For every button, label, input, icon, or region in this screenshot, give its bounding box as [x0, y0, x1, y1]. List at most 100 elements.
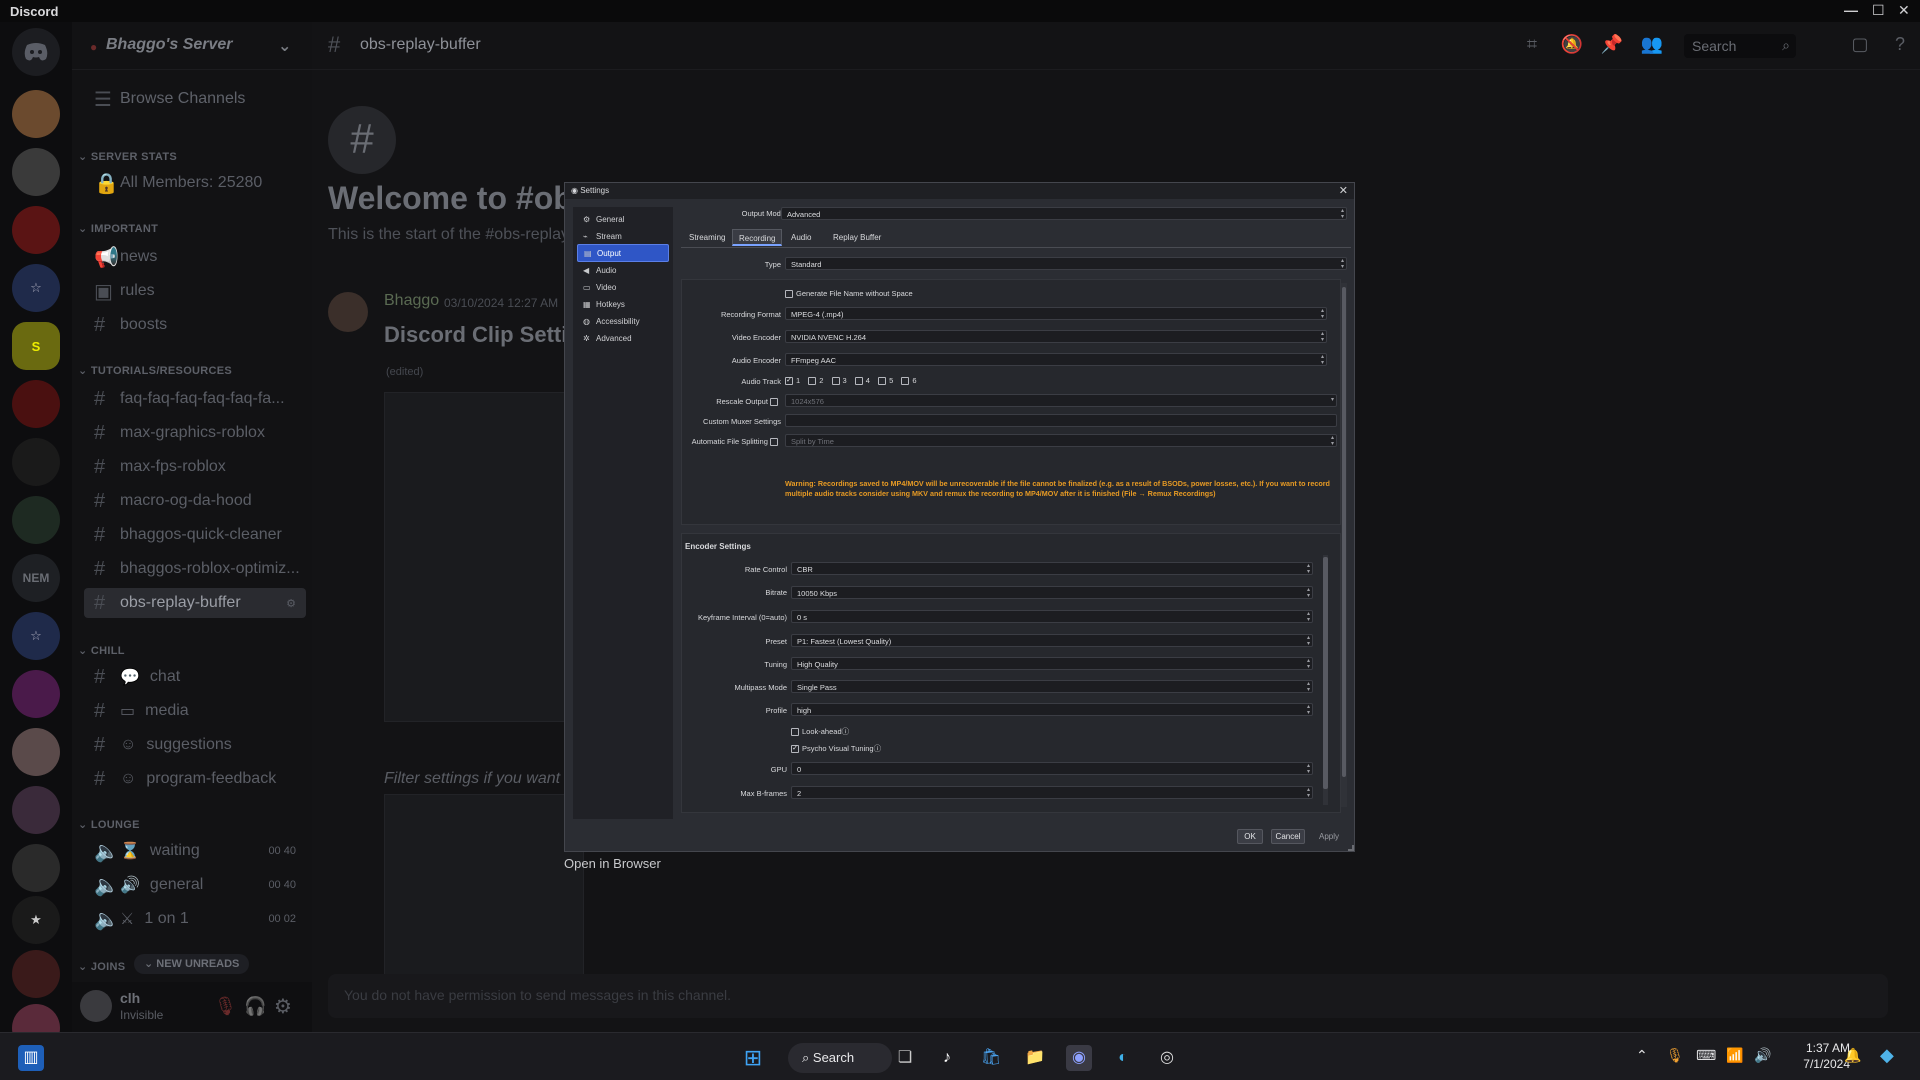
video-encoder-select[interactable]: NVIDIA NVENC H.264 ▴ ▾: [785, 330, 1327, 343]
server-icon[interactable]: [12, 90, 60, 138]
mic-muted-icon[interactable]: 🎙: [214, 996, 237, 1017]
server-icon[interactable]: ☆: [12, 612, 60, 660]
scrollbar[interactable]: [1341, 283, 1347, 807]
threads-icon[interactable]: ⌗: [1520, 34, 1544, 58]
scrollbar-thumb[interactable]: [1342, 287, 1346, 777]
channel-suggestions[interactable]: # ☺ suggestions: [84, 730, 306, 760]
nav-hotkeys[interactable]: ▦ Hotkeys: [577, 295, 669, 313]
headphones-icon[interactable]: 🎧: [244, 996, 266, 1017]
psycho-checkbox[interactable]: ✓ Psycho Visual Tuningⓘ: [791, 743, 881, 754]
channel-roblox-optimiz[interactable]: # bhaggos-roblox-optimiz...: [84, 554, 306, 584]
gen-filename-checkbox[interactable]: Generate File Name without Space: [785, 289, 913, 299]
help-icon[interactable]: ⓘ: [842, 727, 850, 736]
server-icon[interactable]: S: [12, 322, 60, 370]
track-4-checkbox[interactable]: 4: [854, 376, 870, 386]
category-important[interactable]: ⌄ IMPORTANT: [78, 222, 158, 235]
channel-boosts[interactable]: # boosts: [84, 310, 306, 340]
keyframe-spinbox[interactable]: 0 s ▴ ▾: [791, 610, 1313, 623]
volume-icon[interactable]: 🔊: [1754, 1047, 1771, 1064]
server-icon[interactable]: ☆: [12, 264, 60, 312]
avatar[interactable]: [328, 292, 368, 332]
browse-channels[interactable]: ☰ Browse Channels: [84, 84, 306, 114]
pin-icon[interactable]: 📌: [1600, 34, 1624, 58]
server-icon[interactable]: NEM: [12, 554, 60, 602]
track-2-checkbox[interactable]: 2: [808, 376, 823, 386]
rate-control-select[interactable]: CBR ▴ ▾: [791, 562, 1313, 575]
message-author[interactable]: Bhaggo: [384, 292, 439, 310]
channel-media[interactable]: # ▭ media: [84, 696, 306, 726]
channel-faq[interactable]: # faq-faq-faq-faq-faq-fa...: [84, 384, 306, 414]
channel-rules[interactable]: ▣ rules: [84, 276, 306, 306]
channel-obs-replay-buffer[interactable]: # obs-replay-buffer ⚙: [84, 588, 306, 618]
track-3-checkbox[interactable]: 3: [831, 376, 847, 386]
rec-format-select[interactable]: MPEG-4 (.mp4) ▴ ▾: [785, 307, 1327, 320]
server-icon[interactable]: [12, 670, 60, 718]
preset-select[interactable]: P1: Fastest (Lowest Quality) ▴ ▾: [791, 634, 1313, 647]
server-icon[interactable]: ★: [12, 896, 60, 944]
server-icon[interactable]: [12, 728, 60, 776]
lookahead-checkbox[interactable]: Look-aheadⓘ: [791, 726, 849, 737]
taskbar-search[interactable]: ⌕ Search: [788, 1043, 892, 1073]
edge-icon[interactable]: ◐: [1110, 1045, 1136, 1071]
type-select[interactable]: Standard ▴ ▾: [785, 257, 1347, 270]
chevron-up-icon[interactable]: ⌃: [1636, 1047, 1648, 1064]
server-icon[interactable]: [12, 148, 60, 196]
category-joins[interactable]: ⌄ JOINS: [78, 960, 125, 973]
scrollbar[interactable]: [1323, 555, 1328, 805]
track-6-checkbox[interactable]: 6: [901, 376, 917, 386]
tab-replay-buffer[interactable]: Replay Buffer: [827, 229, 887, 246]
maximize-icon[interactable]: ☐: [1872, 2, 1885, 19]
server-icon[interactable]: [12, 786, 60, 834]
help-icon[interactable]: ⓘ: [874, 744, 882, 753]
nav-accessibility[interactable]: ◍ Accessibility: [577, 312, 669, 330]
bframes-spinbox[interactable]: 2 ▴ ▾: [791, 786, 1313, 799]
channel-program-feedback[interactable]: # ☺ program-feedback: [84, 764, 306, 794]
category-chill[interactable]: ⌄ CHILL: [78, 644, 125, 657]
voice-channel-1on1[interactable]: 🔈 ⚔ 1 on 1 00 02: [84, 904, 306, 934]
store-icon[interactable]: 🛍: [978, 1045, 1004, 1071]
nav-output[interactable]: ▤ Output: [577, 244, 669, 262]
help-icon[interactable]: ?: [1888, 34, 1912, 58]
keyboard-icon[interactable]: ⌨: [1696, 1047, 1716, 1064]
category-lounge[interactable]: ⌄ LOUNGE: [78, 818, 140, 831]
widgets-icon[interactable]: ▥: [18, 1045, 44, 1071]
nav-advanced[interactable]: ✲ Advanced: [577, 329, 669, 347]
search-input[interactable]: Search ⌕: [1684, 34, 1796, 58]
channel-quick-cleaner[interactable]: # bhaggos-quick-cleaner: [84, 520, 306, 550]
muxer-input[interactable]: [785, 414, 1337, 427]
split-select[interactable]: Split by Time ▴ ▾: [785, 434, 1337, 447]
server-icon[interactable]: [12, 206, 60, 254]
bitrate-spinbox[interactable]: 10050 Kbps ▴ ▾: [791, 586, 1313, 599]
members-icon[interactable]: 👥: [1640, 34, 1664, 58]
microphone-icon[interactable]: 🎙: [1666, 1047, 1684, 1064]
channel-all-members[interactable]: 🔒 All Members: 25280: [84, 168, 306, 198]
ok-button[interactable]: OK: [1237, 829, 1263, 844]
multipass-select[interactable]: Single Pass ▴ ▾: [791, 680, 1313, 693]
output-mode-select[interactable]: Advanced ▴ ▾: [781, 207, 1347, 220]
split-checkbox[interactable]: [770, 438, 778, 447]
scrollbar-thumb[interactable]: [1323, 557, 1328, 789]
server-icon[interactable]: [12, 950, 60, 998]
server-icon[interactable]: [12, 380, 60, 428]
tuning-select[interactable]: High Quality ▴ ▾: [791, 657, 1313, 670]
close-icon[interactable]: ✕: [1898, 2, 1910, 19]
clock[interactable]: 1:37 AM 7/1/2024: [1780, 1040, 1850, 1072]
rescale-checkbox[interactable]: [770, 398, 778, 407]
resize-grip-icon[interactable]: [1348, 845, 1354, 851]
start-icon[interactable]: ⊞: [740, 1045, 766, 1071]
new-unreads-pill[interactable]: ⌄ NEW UNREADS: [134, 954, 250, 974]
attachment-image[interactable]: [384, 392, 584, 722]
nav-audio[interactable]: ◀ Audio: [577, 261, 669, 279]
voice-channel-general[interactable]: 🔈 🔊 general 00 40: [84, 870, 306, 900]
open-in-browser-link[interactable]: Open in Browser: [564, 856, 661, 871]
channel-macro[interactable]: # macro-og-da-hood: [84, 486, 306, 516]
discord-home-icon[interactable]: [12, 28, 60, 76]
attachment-image[interactable]: [384, 794, 584, 984]
apply-button[interactable]: Apply: [1313, 829, 1345, 844]
add-member-icon[interactable]: ⚙: [286, 597, 296, 610]
channel-max-fps[interactable]: # max-fps-roblox: [84, 452, 306, 482]
minimize-icon[interactable]: —: [1844, 2, 1858, 18]
server-header[interactable]: ● Bhaggo's Server ⌄: [72, 22, 312, 70]
cancel-button[interactable]: Cancel: [1271, 829, 1305, 844]
category-tutorials[interactable]: ⌄ TUTORIALS/RESOURCES: [78, 364, 232, 377]
